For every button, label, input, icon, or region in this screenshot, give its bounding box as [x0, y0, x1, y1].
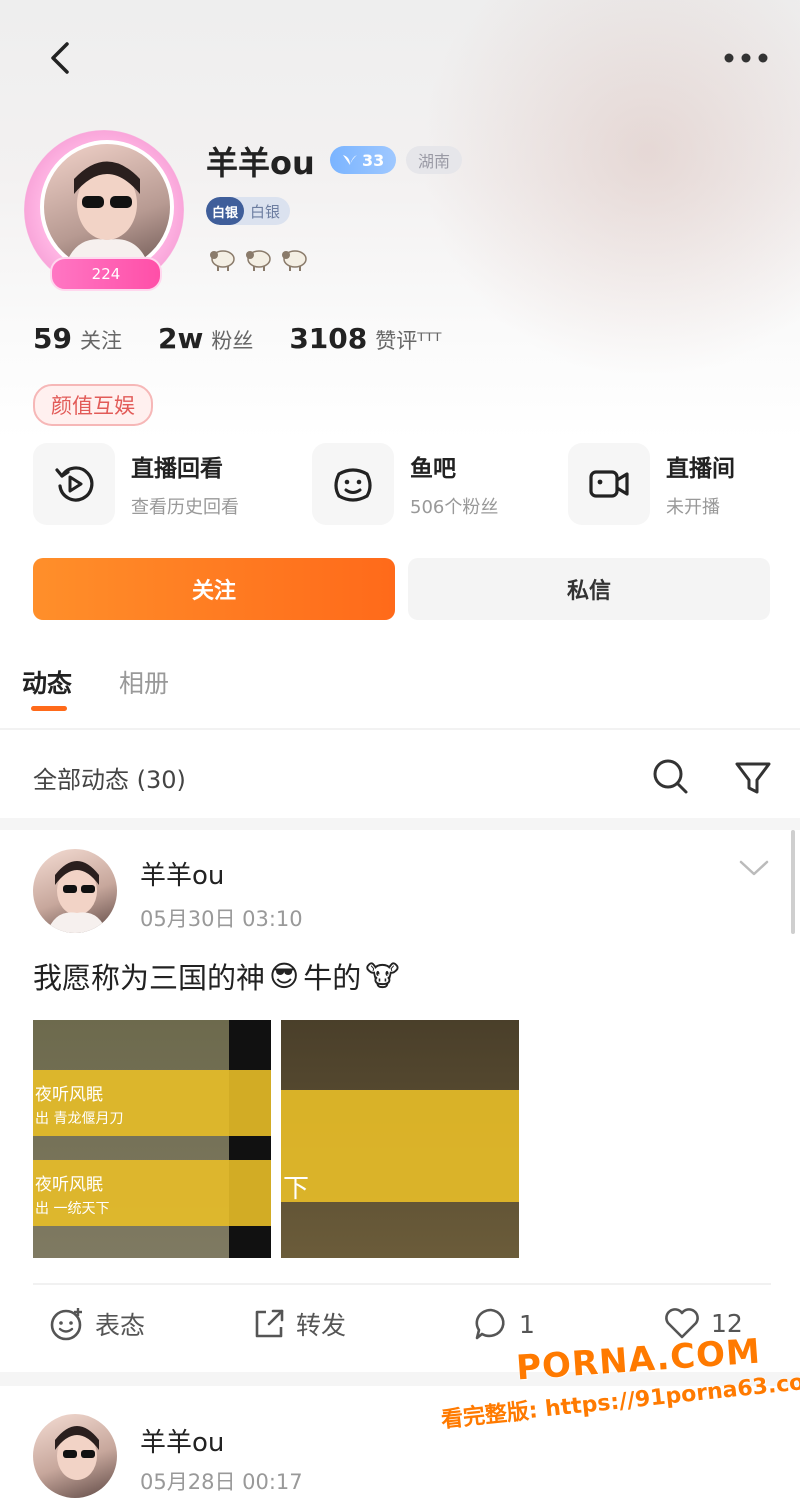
- message-button[interactable]: 私信: [408, 558, 770, 620]
- entry-subtitle: 506个粉丝: [410, 497, 499, 518]
- post-text: 我愿称为三国的神 😎 牛的 🐮: [33, 955, 400, 997]
- comment-count: 1: [519, 1309, 535, 1339]
- post-author[interactable]: 羊羊ou: [140, 855, 224, 892]
- rank-tag: 白银: [206, 197, 245, 225]
- rank-badge[interactable]: 白银 白银: [206, 197, 291, 225]
- sunglasses-emoji-icon: 😎: [269, 959, 300, 993]
- smile-plus-icon: [50, 1308, 82, 1341]
- tab-feed[interactable]: 动态: [22, 664, 72, 700]
- fishbar-icon: [334, 468, 372, 502]
- react-button[interactable]: 表态: [49, 1306, 145, 1342]
- feed-heading: 全部动态 (30): [33, 766, 186, 794]
- user-level-badge[interactable]: 33: [330, 146, 397, 174]
- section-gap: [0, 818, 800, 830]
- game-banner: 夜听风眠 出 一统天下: [33, 1160, 271, 1226]
- back-button[interactable]: [38, 36, 82, 80]
- feed-filter-button[interactable]: [733, 758, 773, 798]
- banner-text: 夜听风眠: [35, 1085, 103, 1105]
- react-label: 表态: [95, 1311, 146, 1340]
- chevron-down-icon: [739, 860, 769, 876]
- search-icon: [653, 759, 688, 794]
- post-text-part: 牛的: [303, 961, 362, 995]
- banner-text: 夜听风眠: [35, 1175, 103, 1195]
- sheep-icon: [210, 250, 235, 271]
- share-label: 转发: [296, 1311, 347, 1340]
- banner-text: 出 一统天下: [35, 1201, 110, 1217]
- stat-followers[interactable]: 2w 粉丝: [158, 322, 253, 355]
- stat-likes[interactable]: 3108 赞评ᵀᵀᵀ: [289, 322, 441, 355]
- category-tag[interactable]: 颜值互娱: [33, 384, 153, 426]
- profile-name: 羊羊ou: [206, 144, 315, 182]
- wing-icon: [343, 155, 357, 165]
- sheep-icon: [246, 250, 271, 271]
- avatar[interactable]: [40, 140, 174, 274]
- follow-button[interactable]: 关注: [33, 558, 395, 620]
- banner-text: 出 青龙偃月刀: [35, 1111, 124, 1127]
- entry-title: 直播间: [666, 456, 735, 482]
- post-image-2[interactable]: 下: [281, 1020, 519, 1258]
- scrollbar[interactable]: [791, 830, 795, 934]
- post-avatar[interactable]: [33, 1414, 117, 1498]
- entry-liveroom[interactable]: 直播间 未开播: [568, 443, 735, 525]
- divider: [33, 1283, 771, 1285]
- entry-title: 直播回看: [131, 456, 223, 482]
- sheep-icon: [282, 250, 307, 271]
- post-image-1[interactable]: 夜听风眠 出 青龙偃月刀 夜听风眠 出 一统天下: [33, 1020, 271, 1258]
- entry-fishbar[interactable]: 鱼吧 506个粉丝: [312, 443, 498, 525]
- more-button[interactable]: [718, 40, 774, 76]
- stat-number: 2w: [157, 322, 204, 355]
- comment-button[interactable]: 1: [473, 1306, 535, 1342]
- post-time: 05月28日 00:17: [140, 1470, 303, 1494]
- heart-icon: [665, 1308, 699, 1339]
- divider: [0, 728, 800, 730]
- filter-icon: [735, 762, 771, 794]
- replay-icon: [55, 466, 94, 502]
- stat-label: 粉丝: [211, 329, 254, 353]
- rank-label: 白银: [250, 202, 281, 221]
- location-badge: 湖南: [406, 146, 463, 174]
- post-author[interactable]: 羊羊ou: [140, 1422, 224, 1459]
- avatar-level-text: 224: [91, 265, 121, 283]
- chevron-left-icon: [51, 42, 69, 74]
- stat-following[interactable]: 59 关注: [33, 322, 122, 355]
- entry-subtitle: 未开播: [666, 497, 720, 518]
- more-dots-icon: [724, 53, 768, 63]
- stat-label: 关注: [79, 329, 122, 353]
- tab-indicator: [31, 706, 67, 711]
- fan-badges: [208, 246, 310, 272]
- live-camera-icon: [589, 470, 629, 498]
- share-button[interactable]: 转发: [252, 1306, 346, 1342]
- user-level-text: 33: [362, 150, 385, 170]
- entry-icon-box: [568, 443, 650, 525]
- game-banner: 夜听风眠 出 青龙偃月刀: [33, 1070, 271, 1136]
- profile-stats: 59 关注 2w 粉丝 3108 赞评ᵀᵀᵀ: [33, 322, 442, 355]
- comment-icon: [475, 1308, 505, 1340]
- post-time: 05月30日 03:10: [140, 907, 303, 931]
- stat-number: 59: [33, 322, 72, 355]
- entry-subtitle: 查看历史回看: [131, 497, 239, 518]
- stat-number: 3108: [289, 322, 368, 355]
- post-text-part: 我愿称为三国的神: [33, 961, 266, 995]
- entry-icon-box: [312, 443, 394, 525]
- avatar-level-pill: 224: [50, 257, 162, 291]
- banner-text: 下: [283, 1174, 310, 1204]
- game-banner: 下: [281, 1090, 519, 1204]
- post-menu-button[interactable]: [738, 858, 770, 882]
- avatar-portrait: [47, 861, 107, 933]
- entry-replay[interactable]: 直播回看 查看历史回看: [33, 443, 239, 525]
- entry-title: 鱼吧: [410, 456, 456, 482]
- feed-search-button[interactable]: [650, 756, 690, 796]
- post-avatar[interactable]: [33, 849, 117, 933]
- tab-album[interactable]: 相册: [119, 664, 169, 700]
- avatar-portrait: [55, 1426, 99, 1480]
- share-icon: [255, 1309, 284, 1338]
- avatar-portrait: [64, 161, 150, 270]
- cow-emoji-icon: 🐮: [365, 959, 400, 993]
- entry-icon-box: [33, 443, 115, 525]
- stat-label: 赞评ᵀᵀᵀ: [375, 329, 442, 353]
